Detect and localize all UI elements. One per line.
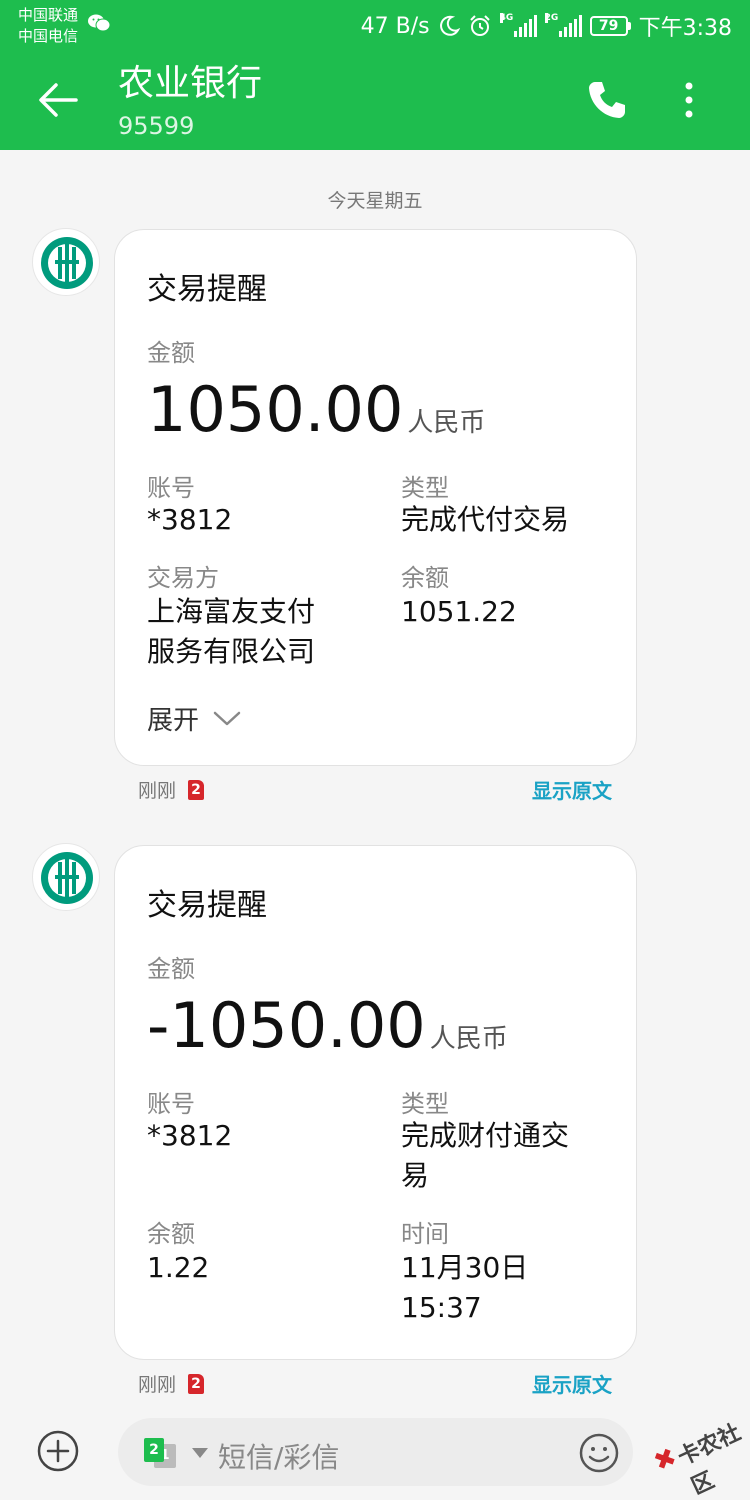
transaction-card[interactable]: 交易提醒 金额 -1050.00 人民币 账号 *3812 类型 完成财付通交 … bbox=[114, 845, 637, 1360]
show-original-link[interactable]: 显示原文 bbox=[532, 775, 612, 804]
carrier-2: 中国电信 bbox=[18, 27, 79, 45]
field-label: 账号 bbox=[147, 474, 195, 502]
sim-selector[interactable]: 1 2 bbox=[144, 1438, 182, 1468]
app-header: 中国联通 中国电信 47 B/s 4G 2G 79 下午3:38 农业银行 95… bbox=[0, 0, 750, 150]
clock: 下午3:38 bbox=[638, 16, 732, 41]
field-value: *3812 bbox=[147, 1119, 233, 1152]
amount-value: 1050.00 bbox=[147, 373, 404, 446]
amount-label: 金额 bbox=[147, 955, 195, 983]
amount-label: 金额 bbox=[147, 339, 195, 367]
expand-button[interactable]: 展开 bbox=[147, 700, 241, 737]
plus-circle-icon[interactable] bbox=[36, 1429, 80, 1473]
sim-active: 2 bbox=[144, 1438, 164, 1462]
field-label: 余额 bbox=[401, 564, 449, 592]
field-label: 类型 bbox=[401, 1090, 449, 1118]
more-vertical-icon[interactable] bbox=[674, 78, 704, 122]
contact-number: 95599 bbox=[118, 112, 195, 140]
time-label: 刚刚 bbox=[138, 1374, 177, 1396]
time-label: 刚刚 bbox=[138, 780, 177, 802]
carrier-1: 中国联通 bbox=[18, 6, 79, 24]
battery-icon: 79 bbox=[589, 16, 631, 36]
battery-level: 79 bbox=[589, 16, 628, 36]
carriers: 中国联通 中国电信 bbox=[18, 5, 78, 47]
status-right: 47 B/s 4G 2G 79 下午3:38 bbox=[361, 10, 732, 42]
signal-sim1-icon: 4G bbox=[499, 13, 537, 37]
field-label: 时间 bbox=[401, 1220, 449, 1248]
field-label: 交易方 bbox=[147, 564, 219, 592]
message-time: 刚刚 2 bbox=[138, 776, 205, 803]
moon-icon bbox=[439, 15, 460, 36]
field-label: 余额 bbox=[147, 1220, 195, 1248]
phone-icon[interactable] bbox=[585, 78, 629, 122]
amount-value: -1050.00 bbox=[147, 989, 426, 1062]
back-arrow-icon[interactable] bbox=[36, 78, 80, 122]
currency: 人民币 bbox=[429, 1024, 508, 1054]
field-value: 1051.22 bbox=[401, 595, 517, 628]
net-speed: 47 B/s bbox=[360, 13, 430, 39]
abc-bank-logo-icon bbox=[41, 852, 93, 904]
signal-sim2-icon: 2G bbox=[544, 13, 582, 37]
composer-bar: 1 2 短信/彩信 bbox=[0, 1408, 750, 1500]
field-label: 账号 bbox=[147, 1090, 195, 1118]
field-value: 11月30日 15:37 bbox=[401, 1251, 529, 1324]
status-bar: 中国联通 中国电信 47 B/s 4G 2G 79 下午3:38 bbox=[0, 0, 750, 52]
field-value: *3812 bbox=[147, 503, 233, 536]
sender-avatar[interactable] bbox=[32, 228, 100, 296]
message-time: 刚刚 2 bbox=[138, 1370, 205, 1397]
transaction-card[interactable]: 交易提醒 金额 1050.00 人民币 账号 *3812 类型 完成代付交易 交… bbox=[114, 229, 637, 766]
amount: -1050.00 人民币 bbox=[147, 991, 508, 1061]
contact-name: 农业银行 bbox=[118, 63, 263, 104]
show-original-link[interactable]: 显示原文 bbox=[532, 1369, 612, 1398]
field-value: 完成代付交易 bbox=[401, 503, 570, 536]
expand-label: 展开 bbox=[147, 706, 200, 736]
caret-down-icon[interactable] bbox=[192, 1448, 208, 1458]
wechat-icon bbox=[88, 14, 110, 32]
sim-badge: 2 bbox=[188, 779, 205, 800]
card-title: 交易提醒 bbox=[147, 888, 267, 923]
amount: 1050.00 人民币 bbox=[147, 375, 485, 445]
abc-bank-logo-icon bbox=[41, 237, 93, 289]
alarm-icon bbox=[469, 15, 490, 36]
date-separator: 今天星期五 bbox=[327, 190, 423, 212]
smiley-icon[interactable] bbox=[578, 1432, 620, 1474]
currency: 人民币 bbox=[407, 408, 486, 438]
sender-avatar[interactable] bbox=[32, 843, 100, 911]
chevron-down-icon bbox=[213, 711, 241, 725]
field-value: 上海富友支付 服务有限公司 bbox=[147, 595, 316, 668]
sim-badge: 2 bbox=[188, 1373, 205, 1394]
field-value: 1.22 bbox=[147, 1251, 210, 1284]
field-value: 完成财付通交 易 bbox=[401, 1119, 570, 1192]
card-title: 交易提醒 bbox=[147, 272, 267, 307]
message-input[interactable]: 1 2 短信/彩信 bbox=[118, 1418, 633, 1486]
field-label: 类型 bbox=[401, 474, 449, 502]
input-placeholder: 短信/彩信 bbox=[218, 1441, 340, 1474]
